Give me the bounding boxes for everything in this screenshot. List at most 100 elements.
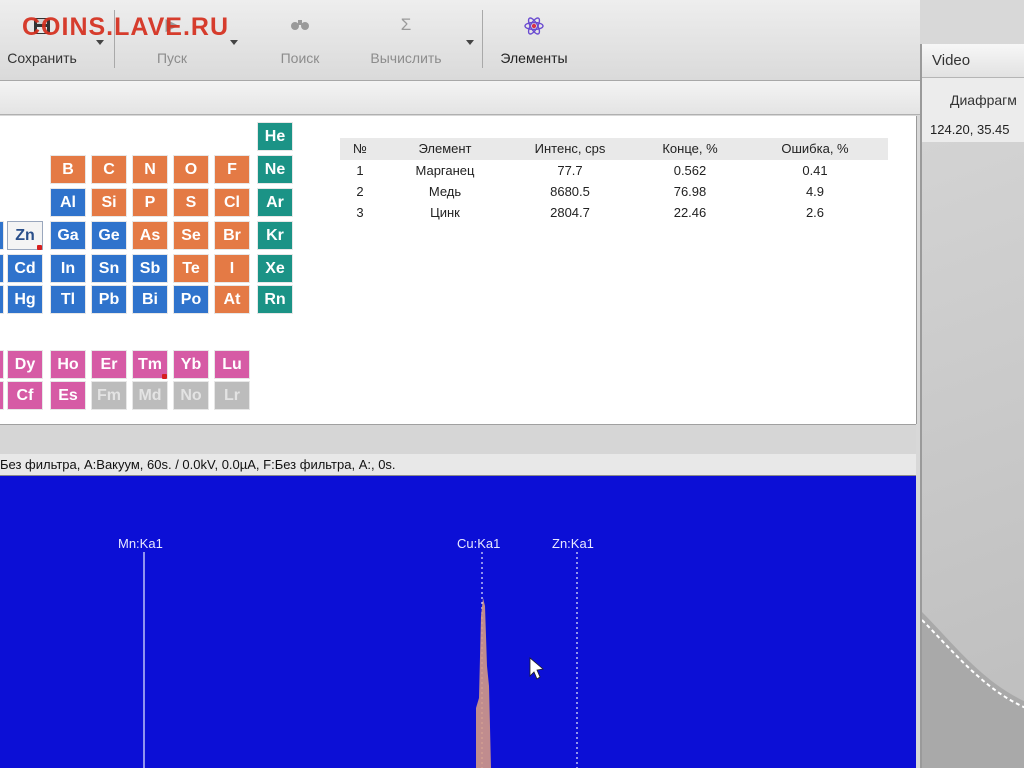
column-header[interactable]: Элемент: [380, 141, 510, 156]
column-header[interactable]: Интенс, cps: [510, 141, 630, 156]
element-er[interactable]: Er: [91, 350, 127, 379]
table-cell: 3: [356, 205, 364, 220]
results-table-header: № Элемент Интенс, cps Конце, % Ошибка, %: [340, 138, 888, 160]
table-cell: 8680.5: [550, 184, 590, 199]
element-br[interactable]: Br: [214, 221, 250, 250]
search-button[interactable]: Поиск: [258, 0, 342, 78]
table-cell: 0.562: [673, 163, 707, 178]
element-marker-icon: [162, 374, 167, 379]
watermark: COINS.LAVE.RU: [22, 13, 229, 41]
element-n[interactable]: N: [132, 155, 168, 184]
element-ge[interactable]: Ge: [91, 221, 127, 250]
table-cell: 4.9: [805, 184, 825, 199]
element-ar[interactable]: Ar: [257, 188, 293, 217]
mouse-cursor-icon: [529, 657, 544, 680]
element-in[interactable]: In: [50, 254, 86, 283]
marker-label: Cu:Ka1: [457, 536, 500, 551]
element-p[interactable]: P: [132, 188, 168, 217]
element-partial-tile: [0, 381, 4, 410]
element-fm[interactable]: Fm: [91, 381, 127, 410]
table-row[interactable]: 1 Марганец 77.7 0.562 0.41: [340, 160, 888, 181]
sigma-icon: Σ: [400, 15, 412, 34]
video-window: Video Диафрагм 124.20, 35.45: [920, 44, 1024, 768]
marker-label: Zn:Ka1: [552, 536, 594, 551]
table-cell: 2.6: [805, 205, 825, 220]
element-sb[interactable]: Sb: [132, 254, 168, 283]
results-table-body: 1 Марганец 77.7 0.562 0.41 2 Медь 8680.5 76.98 4.…: [340, 160, 888, 223]
cu-peak: [476, 598, 491, 768]
element-f[interactable]: F: [214, 155, 250, 184]
table-cell: 2804.7: [550, 205, 590, 220]
spectrum-plot: Mn:Ka1 Cu:Ka1 Zn:Ka1: [118, 536, 594, 768]
element-partial-tile: [0, 221, 4, 250]
element-md[interactable]: Md: [132, 381, 168, 410]
spectrum-view[interactable]: Mn:Ka1 Cu:Ka1 Zn:Ka1: [0, 476, 916, 768]
video-coordinates: 124.20, 35.45: [930, 122, 1010, 137]
table-cell: 0.41: [802, 163, 828, 178]
element-lr[interactable]: Lr: [214, 381, 250, 410]
calculate-dropdown-arrow-icon[interactable]: [466, 40, 474, 45]
element-te[interactable]: Te: [173, 254, 209, 283]
panel-divider[interactable]: [0, 424, 916, 455]
element-o[interactable]: O: [173, 155, 209, 184]
table-row[interactable]: 2 Медь 8680.5 76.98 4.9: [340, 181, 888, 202]
element-cd[interactable]: Cd: [7, 254, 43, 283]
element-cl[interactable]: Cl: [214, 188, 250, 217]
element-kr[interactable]: Kr: [257, 221, 293, 250]
element-po[interactable]: Po: [173, 285, 209, 314]
element-s[interactable]: S: [173, 188, 209, 217]
element-bi[interactable]: Bi: [132, 285, 168, 314]
element-es[interactable]: Es: [50, 381, 86, 410]
element-b[interactable]: B: [50, 155, 86, 184]
element-he[interactable]: He: [257, 122, 293, 151]
status-text: Без фильтра, А:Вакуум, 60s. / 0.0kV, 0.0…: [0, 457, 396, 472]
elements-label: Элементы: [500, 50, 568, 66]
table-cell: Цинк: [430, 205, 460, 220]
calculate-button[interactable]: Σ Вычислить: [358, 0, 454, 78]
table-cell: 2: [356, 184, 364, 199]
element-sn[interactable]: Sn: [91, 254, 127, 283]
element-tl[interactable]: Tl: [50, 285, 86, 314]
element-ga[interactable]: Ga: [50, 221, 86, 250]
table-cell: Марганец: [415, 163, 475, 178]
column-header[interactable]: Ошибка, %: [750, 141, 880, 156]
table-row[interactable]: 3 Цинк 2804.7 22.46 2.6: [340, 202, 888, 223]
table-cell: 22.46: [673, 205, 707, 220]
marker-label: Mn:Ka1: [118, 536, 163, 551]
element-se[interactable]: Se: [173, 221, 209, 250]
video-title: Video: [922, 44, 1024, 78]
element-rn[interactable]: Rn: [257, 285, 293, 314]
start-dropdown-arrow-icon[interactable]: [230, 40, 238, 45]
status-bar: Без фильтра, А:Вакуум, 60s. / 0.0kV, 0.0…: [0, 454, 916, 476]
element-at[interactable]: At: [214, 285, 250, 314]
elements-button[interactable]: Элементы: [488, 0, 580, 78]
column-header[interactable]: Конце, %: [630, 141, 750, 156]
element-marker-icon: [37, 245, 42, 250]
table-cell: 77.7: [557, 163, 583, 178]
table-cell: Медь: [428, 184, 462, 199]
element-yb[interactable]: Yb: [173, 350, 209, 379]
element-ho[interactable]: Ho: [50, 350, 86, 379]
element-al[interactable]: Al: [50, 188, 86, 217]
element-no[interactable]: No: [173, 381, 209, 410]
toolbar-separator: [482, 10, 483, 68]
element-pb[interactable]: Pb: [91, 285, 127, 314]
element-i[interactable]: I: [214, 254, 250, 283]
binoculars-icon: [290, 16, 310, 36]
column-header[interactable]: №: [340, 141, 380, 156]
app-window: Сохранить ▶ Пуск Поиск Σ Вычислить Элеме…: [0, 0, 1024, 768]
element-si[interactable]: Si: [91, 188, 127, 217]
toolbar-strip: [0, 81, 920, 115]
element-dy[interactable]: Dy: [7, 350, 43, 379]
element-ne[interactable]: Ne: [257, 155, 293, 184]
element-hg[interactable]: Hg: [7, 285, 43, 314]
element-cf[interactable]: Cf: [7, 381, 43, 410]
video-feed-image: [921, 612, 1024, 768]
table-cell: 76.98: [673, 184, 707, 199]
element-c[interactable]: C: [91, 155, 127, 184]
element-lu[interactable]: Lu: [214, 350, 250, 379]
element-xe[interactable]: Xe: [257, 254, 293, 283]
toolbar: Сохранить ▶ Пуск Поиск Σ Вычислить Элеме…: [0, 0, 920, 81]
element-as[interactable]: As: [132, 221, 168, 250]
aperture-option[interactable]: Диафрагм: [950, 92, 1017, 108]
